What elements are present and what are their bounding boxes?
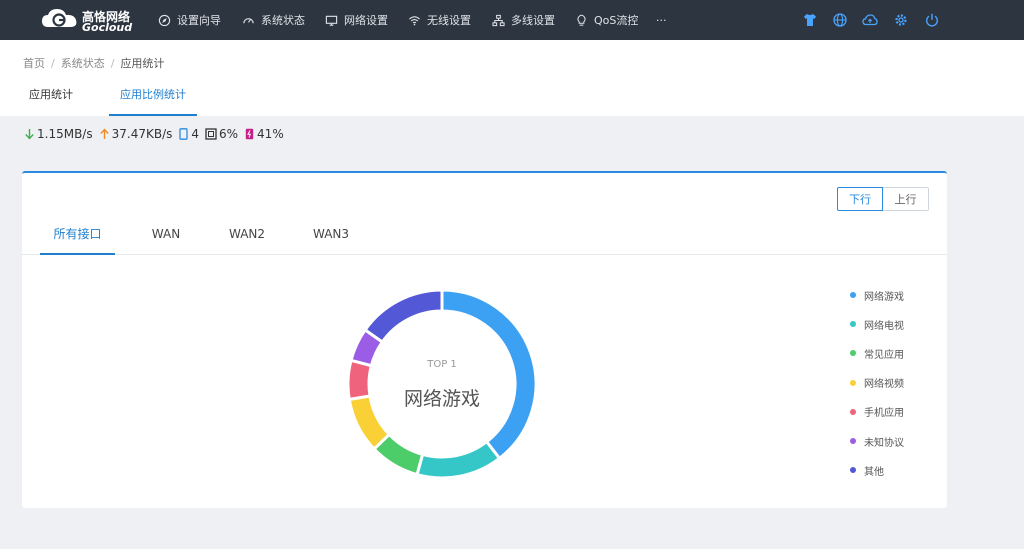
- downstream-button[interactable]: 下行: [837, 187, 883, 211]
- cpu-usage: 6%: [205, 127, 238, 141]
- upload-rate-value: 37.47KB/s: [111, 127, 173, 141]
- arrow-down-icon: [25, 129, 34, 140]
- download-rate: 1.15MB/s: [24, 127, 93, 141]
- tab-wan[interactable]: WAN: [142, 217, 190, 255]
- breadcrumb: 首页 / 系统状态 / 应用统计: [23, 55, 164, 71]
- legend-item[interactable]: 网络视频: [850, 375, 904, 391]
- monitor-icon: [325, 15, 338, 26]
- cloud-upload-icon: [862, 14, 878, 26]
- status-summary: 1.15MB/s 37.47KB/s 4 6% 41%: [24, 126, 290, 142]
- bulb-icon: [577, 14, 586, 26]
- app-ratio-card: 下行 上行 所有接口 WAN WAN2 WAN3 TOP 1 网络游戏 网络游戏…: [22, 171, 947, 508]
- breadcrumb-system-status[interactable]: 系统状态: [61, 57, 105, 70]
- legend-item[interactable]: 手机应用: [850, 404, 904, 420]
- power-icon: [926, 13, 938, 27]
- donut-slice-6[interactable]: [363, 288, 444, 345]
- compass-icon: [158, 14, 171, 26]
- device-count: 4: [178, 127, 199, 141]
- nav-more[interactable]: ···: [656, 0, 667, 40]
- legend-label: 网络电视: [864, 320, 904, 332]
- direction-toggle: 下行 上行: [837, 187, 929, 211]
- legend-item[interactable]: 其他: [850, 462, 884, 478]
- legend-item[interactable]: 未知协议: [850, 433, 904, 449]
- legend-dot: [850, 408, 856, 415]
- shirt-icon: [804, 14, 816, 26]
- memory-icon: [245, 128, 254, 140]
- cpu-usage-value: 6%: [219, 127, 239, 141]
- legend-dot: [850, 467, 856, 474]
- network-icon: [492, 14, 505, 26]
- memory-usage-value: 41%: [257, 127, 284, 141]
- nav-system-status[interactable]: 系统状态: [242, 0, 305, 40]
- phone-icon: [179, 128, 189, 140]
- legend-dot: [850, 292, 856, 298]
- tab-app-ratio-stats[interactable]: 应用比例统计: [109, 86, 197, 116]
- gear-icon: [895, 14, 907, 26]
- legend-dot: [850, 350, 856, 357]
- top-navbar: 高恪网络 Gocloud 设置向导 系统状态 网络设置 无线设置 多线设置 Qo…: [0, 0, 1024, 40]
- tab-app-stats[interactable]: 应用统计: [29, 86, 73, 116]
- logo-icon: [42, 9, 77, 27]
- tab-wan2[interactable]: WAN2: [222, 217, 272, 255]
- nav-network-settings[interactable]: 网络设置: [325, 0, 388, 40]
- dashboard-icon: [243, 17, 254, 23]
- upstream-button[interactable]: 上行: [883, 187, 929, 211]
- donut-slice-1[interactable]: [415, 439, 502, 480]
- breadcrumb-current: 应用统计: [120, 57, 165, 70]
- device-count-value: 4: [191, 127, 199, 141]
- donut-slice-0[interactable]: [440, 288, 538, 461]
- legend-item[interactable]: 网络电视: [850, 316, 904, 332]
- tab-wan3[interactable]: WAN3: [306, 217, 356, 255]
- nav-label: 系统状态: [261, 14, 305, 27]
- nav-label: 多线设置: [511, 14, 555, 27]
- memory-usage: 41%: [244, 127, 284, 141]
- brand-logo[interactable]: 高恪网络 Gocloud: [40, 5, 140, 35]
- language-button[interactable]: [830, 10, 850, 30]
- download-rate-value: 1.15MB/s: [37, 127, 93, 141]
- arrow-up-icon: [99, 128, 109, 139]
- wifi-icon: [409, 15, 420, 25]
- breadcrumb-home[interactable]: 首页: [23, 57, 45, 70]
- interface-tabs: 所有接口 WAN WAN2 WAN3: [22, 217, 947, 255]
- legend-label: 网络视频: [864, 379, 904, 391]
- cpu-icon: [205, 128, 217, 140]
- cloud-upload-button[interactable]: [860, 10, 880, 30]
- legend-label: 常见应用: [864, 349, 904, 361]
- brand-name-en: Gocloud: [82, 21, 133, 34]
- legend-label: 未知协议: [864, 437, 904, 449]
- nav-label: QoS流控: [594, 14, 639, 27]
- nav-wireless-settings[interactable]: 无线设置: [408, 0, 471, 40]
- nav-setup-wizard[interactable]: 设置向导: [158, 0, 221, 40]
- breadcrumb-separator: /: [51, 57, 55, 70]
- legend-label: 其他: [864, 466, 884, 478]
- globe-icon: [833, 13, 847, 27]
- logout-button[interactable]: [922, 10, 942, 30]
- legend-dot: [850, 438, 856, 444]
- tab-all-interfaces[interactable]: 所有接口: [40, 217, 115, 255]
- chart-center-value: 网络游戏: [403, 388, 480, 410]
- nav-label: 无线设置: [427, 14, 471, 27]
- nav-qos[interactable]: QoS流控: [575, 0, 638, 40]
- legend-item[interactable]: 常见应用: [850, 345, 904, 361]
- legend-label: 网络游戏: [864, 291, 904, 303]
- nav-more-label: ···: [656, 13, 667, 27]
- upload-rate: 37.47KB/s: [99, 127, 173, 141]
- legend-dot: [850, 379, 856, 386]
- legend-item[interactable]: 网络游戏: [850, 287, 904, 303]
- legend-dot: [850, 321, 856, 328]
- nav-label: 网络设置: [344, 14, 388, 27]
- legend-label: 手机应用: [864, 408, 904, 420]
- nav-label: 设置向导: [177, 14, 221, 27]
- breadcrumb-separator: /: [110, 57, 115, 70]
- nav-multiline-settings[interactable]: 多线设置: [492, 0, 555, 40]
- settings-button[interactable]: [891, 10, 911, 30]
- chart-center-caption: TOP 1: [427, 359, 457, 370]
- theme-button[interactable]: [800, 10, 820, 30]
